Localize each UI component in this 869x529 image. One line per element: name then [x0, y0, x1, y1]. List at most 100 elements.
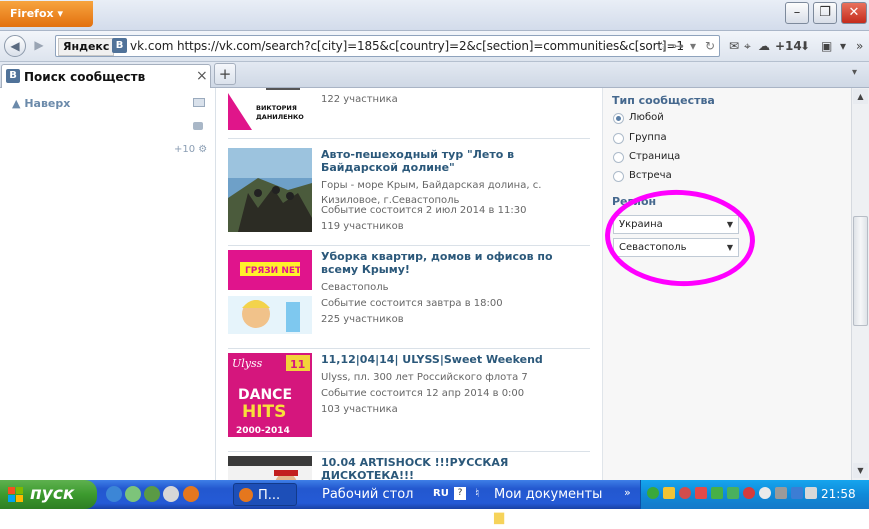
tray-app-icon[interactable]: [695, 487, 707, 499]
media-player-icon[interactable]: [163, 486, 179, 502]
new-tab-button[interactable]: +: [214, 63, 236, 85]
search-results: ВИКТОРИЯ ДАНИЛЕНКО 122 участника Авто-пе…: [215, 88, 603, 480]
tray-volume-icon[interactable]: [805, 487, 817, 499]
community-title-link[interactable]: Авто-пешеходный тур "Лето в Байдарской д…: [321, 148, 561, 174]
addon-menu-icon[interactable]: ▾: [840, 39, 846, 53]
url-text[interactable]: https://vk.com/search?c[city]=185&c[coun…: [177, 39, 684, 53]
bookmark-star-icon[interactable]: ☆: [656, 39, 667, 53]
chat-bubble-icon[interactable]: [193, 122, 203, 130]
taskbar-firefox-button[interactable]: П...: [233, 483, 297, 506]
community-thumbnail[interactable]: ГРЯЗИ NET: [228, 250, 312, 334]
community-type-heading: Тип сообщества: [612, 94, 715, 107]
close-window-button[interactable]: ✕: [841, 2, 867, 24]
tab-list-icon[interactable]: ▾: [852, 67, 857, 78]
toolbar-chevron-icon[interactable]: »: [624, 486, 631, 499]
radio-any-label[interactable]: Любой: [629, 112, 664, 123]
location-icon[interactable]: ⌖: [744, 39, 751, 54]
event-date: Событие состоится завтра в 18:00: [321, 298, 503, 309]
back-to-top-link[interactable]: ▲ Наверх: [12, 97, 70, 110]
desktop-toolbar-label[interactable]: Рабочий стол: [318, 483, 424, 506]
tray-chart-icon[interactable]: [711, 487, 723, 499]
radio-any[interactable]: [613, 113, 624, 124]
location-text: Севастополь: [321, 282, 389, 293]
community-thumbnail[interactable]: [228, 456, 312, 480]
forward-button[interactable]: ▶: [28, 35, 50, 57]
download-icon[interactable]: ⬇: [800, 39, 810, 53]
list-item[interactable]: Ulyss 11 DANCE HITS 2000-2014 11,12|04|1…: [228, 353, 590, 452]
addon-icon[interactable]: ▣: [821, 39, 832, 53]
reload-icon[interactable]: ↻: [705, 39, 715, 53]
community-title-link[interactable]: 11,12|04|14| ULYSS|Sweet Weekend: [321, 353, 561, 366]
member-count: 225 участников: [321, 314, 404, 325]
radio-event-label[interactable]: Встреча: [629, 170, 672, 181]
messages-envelope-icon[interactable]: [193, 98, 205, 107]
community-thumbnail[interactable]: [228, 148, 312, 232]
community-title-link[interactable]: 10.04 ARTISHOCK !!!РУССКАЯ ДИСКОТЕКА!!!: [321, 456, 561, 480]
radio-page[interactable]: [613, 152, 624, 163]
mail-icon[interactable]: ✉: [729, 39, 739, 53]
tray-shield-icon[interactable]: [663, 487, 675, 499]
overflow-icon[interactable]: »: [856, 39, 863, 53]
party-poster-icon: Ulyss 11 DANCE HITS 2000-2014: [228, 353, 312, 437]
radio-page-label[interactable]: Страница: [629, 151, 680, 162]
maximize-button[interactable]: ❐: [813, 2, 837, 24]
back-to-top-label: Наверх: [24, 97, 71, 110]
my-documents-toolbar[interactable]: Мои документы ▆: [470, 483, 610, 525]
windows-taskbar: пуск П... Рабочий стол RU ? ♮ Мои докуме…: [0, 480, 869, 525]
desktop-icon[interactable]: [125, 486, 141, 502]
tray-clock-icon[interactable]: [759, 487, 771, 499]
tab-search-communities[interactable]: В Поиск сообществ ×: [1, 64, 211, 88]
artishock-poster-icon: [228, 456, 312, 480]
system-tray: 21:58: [640, 480, 869, 509]
community-thumbnail[interactable]: Ulyss 11 DANCE HITS 2000-2014: [228, 353, 312, 437]
tab-title: Поиск сообществ: [24, 70, 146, 84]
firefox-icon: [239, 488, 253, 502]
tray-network-icon[interactable]: [647, 487, 659, 499]
back-button[interactable]: ◀: [4, 35, 26, 57]
vk-favicon-icon: В: [6, 69, 20, 83]
tray-antivirus-icon[interactable]: [679, 487, 691, 499]
notifications-counter[interactable]: +10 ⚙: [174, 144, 207, 155]
member-count: 103 участника: [321, 404, 398, 415]
ie-icon[interactable]: [106, 486, 122, 502]
community-thumbnail[interactable]: ВИКТОРИЯ ДАНИЛЕНКО: [228, 88, 312, 130]
weather-cloud-icon[interactable]: ☁: [758, 39, 770, 53]
scrollbar-thumb[interactable]: [853, 216, 868, 326]
address-bar[interactable]: Яндекс В vk.com https://vk.com/search?c[…: [55, 35, 720, 57]
scroll-up-icon[interactable]: ▲: [853, 89, 868, 104]
close-tab-icon[interactable]: ×: [196, 68, 208, 84]
tray-monitor-icon[interactable]: [791, 487, 803, 499]
gear-icon: ⚙: [198, 144, 208, 155]
system-clock[interactable]: 21:58: [821, 487, 856, 501]
list-item[interactable]: Авто-пешеходный тур "Лето в Байдарской д…: [228, 148, 590, 246]
firefox-quicklaunch-icon[interactable]: [183, 486, 199, 502]
radio-group-label[interactable]: Группа: [629, 132, 667, 143]
dropdown-arrow-icon[interactable]: ▾: [690, 39, 696, 53]
yandex-badge[interactable]: Яндекс: [58, 38, 115, 56]
help-icon[interactable]: ?: [454, 487, 466, 500]
notification-count: +14: [775, 39, 802, 53]
svg-text:Ulyss: Ulyss: [232, 357, 263, 370]
tray-opera-icon[interactable]: [743, 487, 755, 499]
utorrent-icon[interactable]: [144, 486, 160, 502]
scroll-down-icon[interactable]: ▼: [853, 463, 868, 478]
start-button[interactable]: пуск: [0, 480, 97, 509]
member-count: 119 участников: [321, 221, 404, 232]
list-item[interactable]: ВИКТОРИЯ ДАНИЛЕНКО 122 участника: [228, 88, 590, 139]
language-indicator[interactable]: RU: [433, 488, 449, 499]
list-item[interactable]: 10.04 ARTISHOCK !!!РУССКАЯ ДИСКОТЕКА!!!: [228, 456, 590, 480]
radio-group[interactable]: [613, 133, 624, 144]
community-title-link[interactable]: Уборка квартир, домов и офисов по всему …: [321, 250, 561, 276]
thumbnail-art-icon: ВИКТОРИЯ ДАНИЛЕНКО: [228, 88, 304, 130]
radio-event[interactable]: [613, 171, 624, 182]
list-item[interactable]: ГРЯЗИ NET Уборка квартир, домов и офисов…: [228, 250, 590, 349]
tray-device-icon[interactable]: [775, 487, 787, 499]
landscape-photo-icon: [228, 148, 312, 232]
page-scrollbar[interactable]: ▲ ▼: [851, 88, 869, 480]
reader-glasses-icon[interactable]: ⊶: [672, 39, 684, 53]
minimize-button[interactable]: –: [785, 2, 809, 24]
svg-text:2000-2014: 2000-2014: [236, 426, 290, 436]
firefox-menu-button[interactable]: Firefox ▾: [0, 1, 93, 27]
tray-update-icon[interactable]: [727, 487, 739, 499]
left-menu: ▲ Наверх +10 ⚙: [0, 88, 215, 480]
